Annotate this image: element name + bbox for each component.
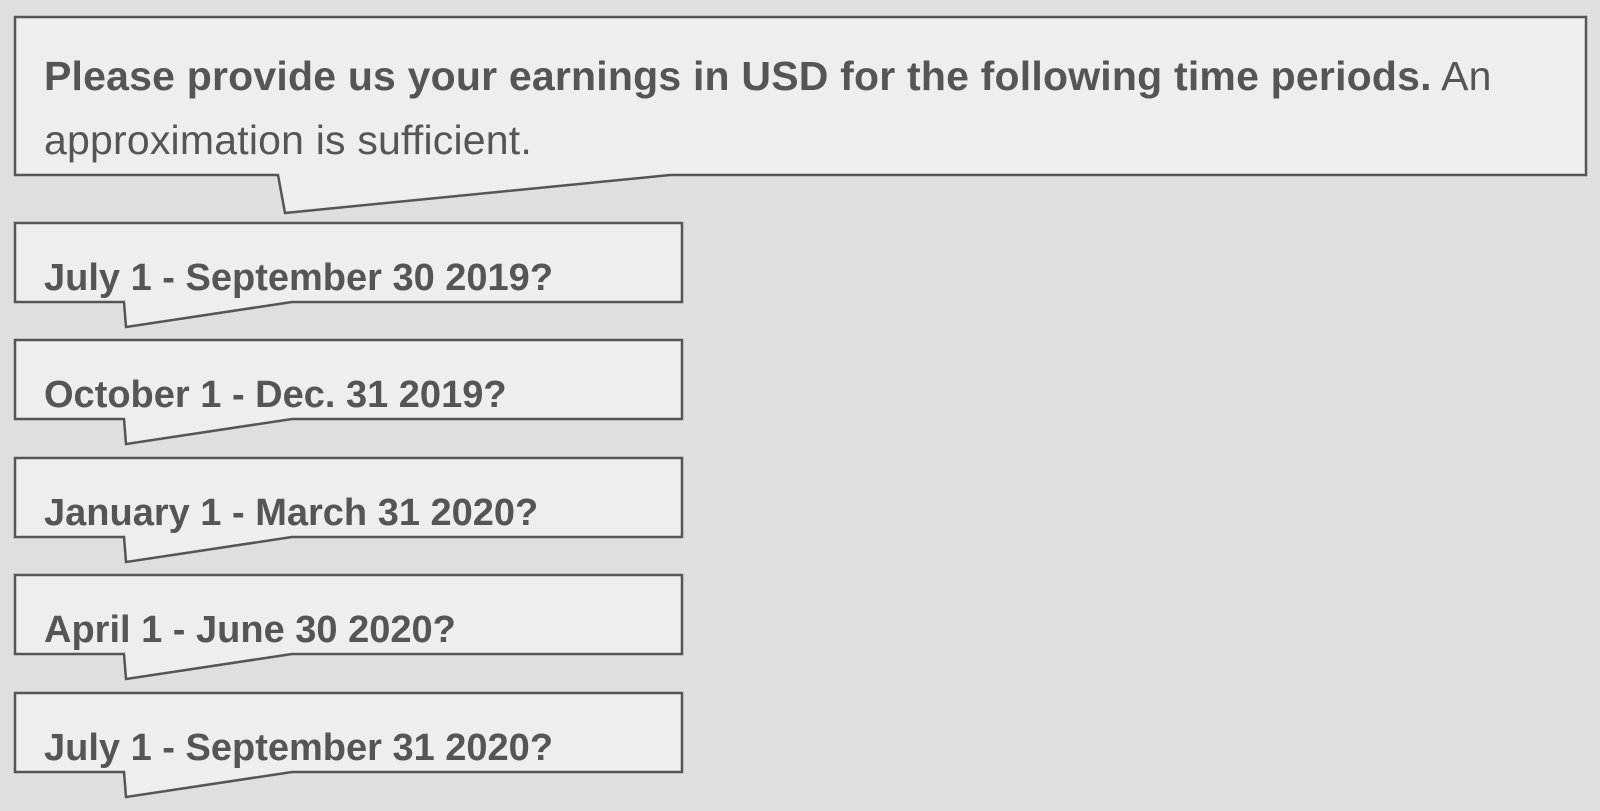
period-label-2: October 1 - Dec. 31 2019? bbox=[44, 374, 507, 416]
period-label-5: July 1 - September 31 2020? bbox=[44, 727, 554, 769]
period-label-3: January 1 - March 31 2020? bbox=[44, 492, 539, 534]
period-label-1: July 1 - September 30 2019? bbox=[44, 257, 554, 299]
prompt-text: Please provide us your earnings in USD f… bbox=[44, 44, 1534, 172]
period-label-4: April 1 - June 30 2020? bbox=[44, 609, 456, 651]
survey-screen: Please provide us your earnings in USD f… bbox=[0, 0, 1600, 811]
prompt-bold-text: Please provide us your earnings in USD f… bbox=[44, 53, 1432, 99]
